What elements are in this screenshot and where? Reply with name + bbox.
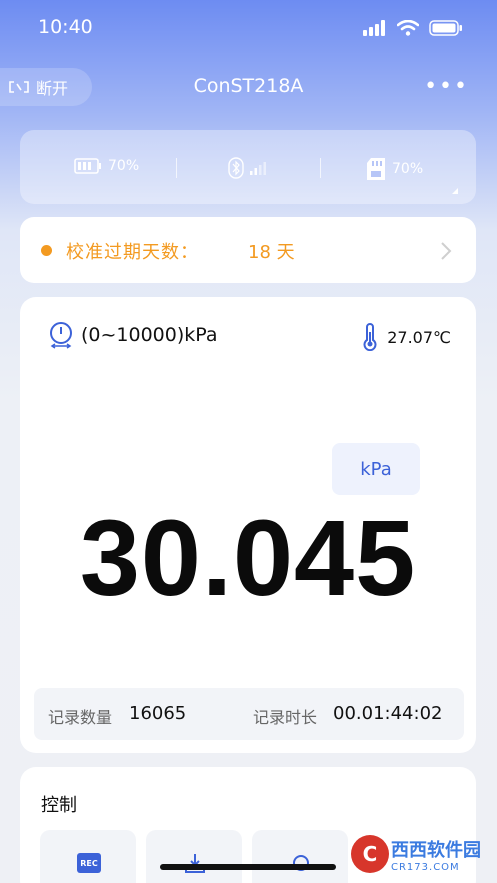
device-battery: 70%: [74, 157, 139, 175]
record-duration-label: 记录时长: [253, 708, 318, 727]
export-icon: [185, 854, 205, 873]
divider: [320, 158, 321, 178]
watermark-main: 西西软件园: [391, 839, 481, 861]
device-status-card[interactable]: 70% 70%: [20, 130, 476, 204]
pressure-gauge-icon: [50, 322, 72, 349]
record-duration-value: 00.01:44:02: [333, 703, 443, 724]
export-button[interactable]: [146, 830, 242, 883]
watermark-logo: C 西西软件园 CR173.COM: [351, 835, 481, 873]
wifi-icon: [397, 20, 419, 36]
record-count-value: 16065: [129, 703, 187, 724]
measurement-range: (0~10000)kPa: [81, 324, 218, 346]
measurement-card: (0~10000)kPa 27.07℃ kPa 30.045 记录数量 1606…: [20, 297, 476, 753]
watermark-sub: CR173.COM: [391, 861, 460, 873]
record-button[interactable]: REC: [40, 830, 136, 883]
cellular-signal-icon: [363, 20, 385, 36]
divider: [176, 158, 177, 178]
sd-card-icon: [367, 158, 385, 180]
temperature-value: 27.07℃: [387, 327, 451, 347]
temperature-row: 27.07℃: [363, 323, 451, 351]
device-bluetooth: [228, 157, 266, 179]
calibration-label: 校准过期天数：: [66, 242, 199, 263]
title-bar: 断开 ConST218A •••: [0, 66, 497, 110]
signal-strength-icon: [250, 162, 266, 175]
home-indicator[interactable]: [160, 864, 336, 870]
range-row: (0~10000)kPa: [47, 321, 218, 349]
expand-corner-icon: [452, 188, 458, 194]
pressure-reading: 30.045: [79, 497, 417, 618]
battery-percent: 70%: [108, 158, 140, 174]
settings-button[interactable]: [252, 830, 348, 883]
calibration-alert-card[interactable]: 校准过期天数： 18 天: [20, 217, 476, 283]
thermometer-icon: [363, 323, 377, 351]
adjust-icon: [293, 855, 309, 871]
storage-percent: 70%: [392, 161, 424, 177]
device-storage: 70%: [366, 157, 423, 181]
rec-icon: REC: [77, 853, 101, 873]
status-icons: [363, 20, 463, 36]
record-summary: 记录数量 16065 记录时长 00.01:44:02: [34, 688, 464, 740]
status-bar: 10:40: [0, 0, 497, 56]
more-options-button[interactable]: •••: [424, 74, 469, 99]
watermark-badge-icon: C: [351, 835, 389, 873]
watermark-text: 西西软件园 CR173.COM: [391, 836, 481, 873]
battery-icon: [74, 158, 101, 174]
unit-selector[interactable]: kPa: [332, 443, 420, 495]
page-title: ConST218A: [193, 75, 304, 97]
alert-dot-icon: [41, 245, 52, 256]
control-title: 控制: [41, 795, 77, 816]
calibration-days-value: 18 天: [248, 242, 295, 263]
chevron-right-icon: [440, 241, 452, 266]
record-count-label: 记录数量: [48, 708, 113, 727]
bluetooth-icon: [228, 157, 244, 179]
battery-status-icon: [429, 20, 462, 36]
status-time: 10:40: [38, 16, 93, 38]
